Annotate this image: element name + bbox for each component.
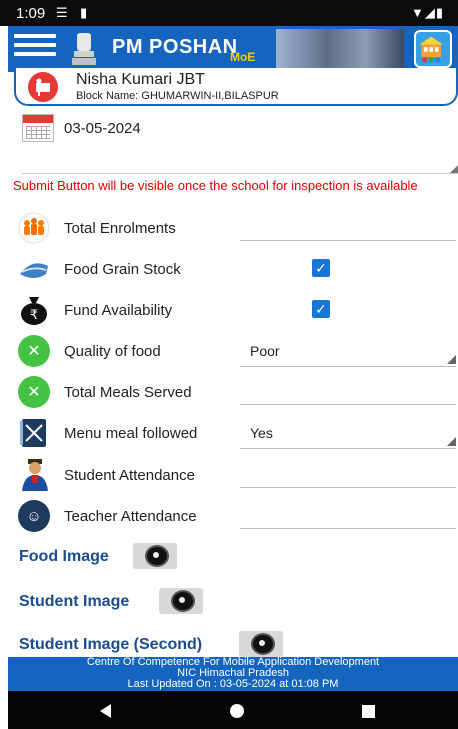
resize-handle — [450, 165, 458, 173]
header-banner-image — [276, 29, 404, 69]
sd-card-icon: ▮ — [80, 5, 88, 20]
date-value: 03-05-2024 — [64, 120, 141, 137]
student-attendance-row: Student Attendance — [16, 455, 458, 495]
total-meals-served-row: ✕ Total Meals Served — [16, 372, 458, 412]
total-enrolments-label: Total Enrolments — [64, 220, 176, 237]
quality-of-food-value: Poor — [250, 343, 280, 359]
total-enrolments-row: Total Enrolments — [16, 208, 458, 248]
food-grain-stock-row: Food Grain Stock ✓ — [16, 249, 458, 289]
quality-of-food-dropdown[interactable]: Poor — [240, 339, 456, 367]
user-name: Nisha Kumari JBT — [76, 71, 205, 88]
food-grain-stock-label: Food Grain Stock — [64, 261, 181, 278]
total-meals-served-input[interactable] — [240, 404, 456, 405]
student-camera-icon[interactable] — [159, 588, 203, 614]
grain-sack-icon — [16, 252, 52, 286]
app-bar: PM POSHAN MoE — [8, 26, 458, 72]
fund-availability-label: Fund Availability — [64, 302, 173, 319]
student-attendance-label: Student Attendance — [64, 467, 195, 484]
footer: Centre Of Competence For Mobile Applicat… — [8, 657, 458, 691]
menu-meal-followed-label: Menu meal followed — [64, 425, 198, 442]
quality-of-food-row: ✕ Quality of food Poor — [16, 331, 458, 371]
menu-meal-followed-dropdown[interactable]: Yes — [240, 421, 456, 449]
money-bag-icon: ₹ — [16, 293, 52, 327]
food-image-row: Food Image — [19, 543, 219, 573]
calendar-icon[interactable] — [22, 114, 54, 142]
cutlery-icon: ✕ — [16, 375, 52, 409]
home-icon[interactable] — [230, 704, 244, 718]
student-image-label: Student Image — [19, 593, 130, 610]
people-group-icon — [16, 211, 52, 245]
status-right-icons: ▼◢▮ — [411, 5, 444, 21]
total-meals-served-label: Total Meals Served — [64, 384, 192, 401]
total-enrolments-input[interactable] — [240, 240, 456, 241]
signal-icon: ◢ — [424, 5, 436, 20]
status-time: 1:09 — [16, 5, 46, 22]
app-title: PM POSHAN — [112, 36, 238, 58]
cutlery-icon: ✕ — [16, 334, 52, 368]
back-icon[interactable] — [100, 704, 111, 718]
menu-meal-followed-row: Menu meal followed Yes — [16, 413, 458, 453]
battery-icon: ▮ — [435, 5, 444, 20]
student-attendance-input[interactable] — [240, 487, 456, 488]
student-image-second-label: Student Image (Second) — [19, 636, 203, 653]
dropdown-arrow-icon — [447, 355, 456, 364]
teacher-attendance-input[interactable] — [240, 528, 456, 529]
date-field[interactable]: 03-05-2024 — [22, 114, 458, 174]
teacher-attendance-label: Teacher Attendance — [64, 508, 197, 525]
teacher-attendance-row: ☺ Teacher Attendance — [16, 496, 458, 536]
quality-of-food-label: Quality of food — [64, 343, 161, 360]
nfc-icon: ☰ — [56, 5, 68, 20]
national-emblem-icon — [72, 33, 96, 65]
fund-availability-row: ₹ Fund Availability ✓ — [16, 290, 458, 330]
student-image-row: Student Image — [19, 588, 239, 618]
food-image-label: Food Image — [19, 548, 109, 565]
dropdown-arrow-icon — [447, 437, 456, 446]
system-nav-bar — [8, 691, 458, 729]
wifi-icon: ▼ — [410, 5, 425, 20]
menu-book-icon — [16, 416, 52, 450]
user-avatar-icon — [28, 72, 58, 102]
user-block-name: Block Name: GHUMARWIN-II,BILASPUR — [76, 90, 279, 102]
user-info-card: Nisha Kumari JBT Block Name: GHUMARWIN-I… — [14, 68, 458, 106]
app-subtitle: MoE — [230, 50, 256, 64]
status-bar: 1:09 ☰ ▮ ▼◢▮ — [0, 0, 458, 26]
svg-text:₹: ₹ — [30, 308, 38, 323]
hamburger-menu-button[interactable] — [14, 34, 56, 64]
teacher-icon: ☺ — [16, 499, 52, 533]
school-icon[interactable] — [414, 30, 452, 68]
fund-availability-checkbox[interactable]: ✓ — [312, 300, 330, 318]
student-second-camera-icon[interactable] — [239, 631, 283, 657]
footer-line-3: Last Updated On : 03-05-2024 at 01:08 PM — [127, 678, 339, 690]
submit-warning-text: Submit Button will be visible once the s… — [13, 178, 418, 193]
food-camera-icon[interactable] — [133, 543, 177, 569]
recent-apps-icon[interactable] — [362, 705, 375, 718]
food-grain-stock-checkbox[interactable]: ✓ — [312, 259, 330, 277]
menu-meal-followed-value: Yes — [250, 425, 273, 441]
student-icon — [16, 458, 52, 492]
